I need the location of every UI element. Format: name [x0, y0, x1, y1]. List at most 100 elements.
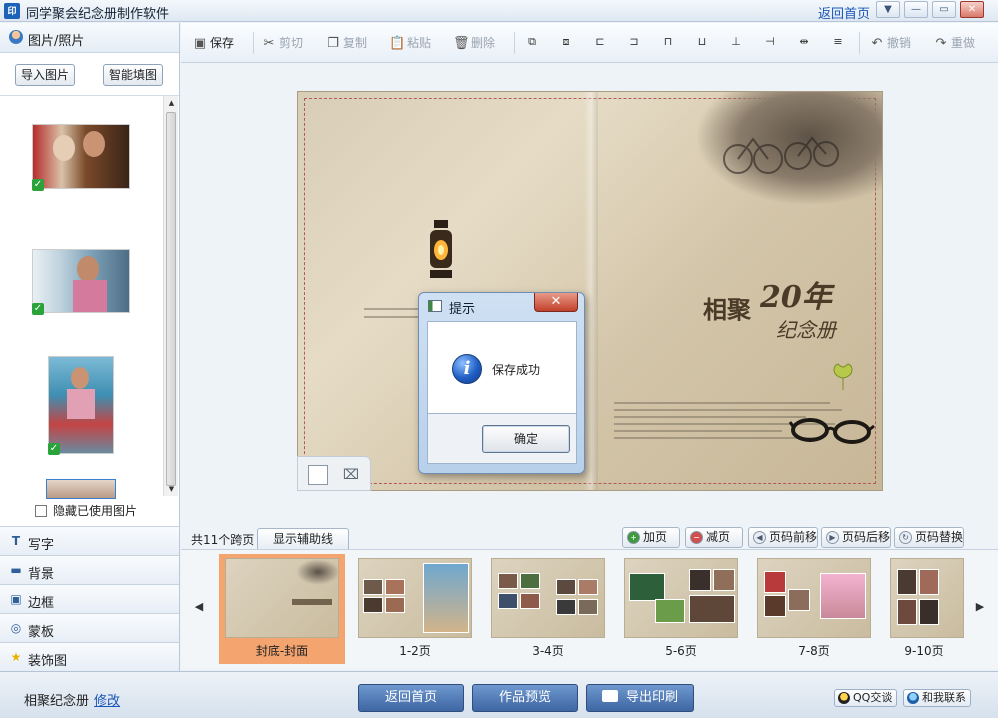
- undo-icon: ↶: [871, 36, 883, 51]
- page-thumbnail[interactable]: 1-2页: [352, 554, 478, 664]
- distribute-vertical-icon[interactable]: ≡: [830, 34, 846, 50]
- copy-button[interactable]: ❐ 复制: [325, 34, 367, 52]
- cover-title-main[interactable]: 相聚: [703, 290, 751, 325]
- add-page-button[interactable]: + 加页: [622, 527, 680, 548]
- qq-chat-button[interactable]: QQ交谈: [834, 689, 898, 707]
- menu-dropdown-button[interactable]: ▼: [876, 1, 900, 18]
- page-thumbnail[interactable]: 封底-封面: [219, 554, 345, 664]
- paste-button[interactable]: 📋 粘贴: [389, 34, 431, 52]
- contact-label: 和我联系: [922, 691, 966, 704]
- scrollbar-thumb[interactable]: [166, 112, 176, 486]
- save-label: 保存: [210, 36, 235, 50]
- export-print-button[interactable]: 导出印刷: [586, 684, 694, 712]
- tool-text[interactable]: T 写字: [0, 526, 179, 555]
- bring-forward-icon[interactable]: ⧉: [524, 34, 540, 50]
- remove-page-button[interactable]: − 减页: [685, 527, 743, 548]
- edit-album-name-link[interactable]: 修改: [94, 690, 120, 709]
- remove-element-icon[interactable]: ⌧: [340, 465, 362, 485]
- cut-button[interactable]: ✂ 剪切: [261, 34, 303, 52]
- background-icon: ▬: [10, 563, 22, 577]
- dialog-close-button[interactable]: ✕: [534, 293, 578, 312]
- show-guides-button[interactable]: 显示辅助线: [257, 528, 349, 549]
- page-thumbnail[interactable]: 5-6页: [618, 554, 744, 664]
- strip-prev-icon[interactable]: ◀: [193, 600, 205, 613]
- left-panel: 图片/照片 导入图片 智能填图 ✓ ✓ ✓ ▲ ▼ 隐藏已使用图片 T 写字 ▬…: [0, 23, 180, 671]
- hide-used-checkbox[interactable]: [35, 505, 47, 517]
- tool-text-label: 写字: [28, 538, 55, 553]
- tool-mask[interactable]: ◎ 蒙板: [0, 613, 179, 642]
- thumbnail-label: 9-10页: [904, 644, 944, 658]
- smart-fill-button[interactable]: 智能填图: [103, 64, 163, 86]
- export-print-label: 导出印刷: [625, 690, 678, 705]
- scroll-down-icon[interactable]: ▼: [164, 482, 179, 496]
- page-thumbnail[interactable]: 7-8页: [751, 554, 877, 664]
- thumbnail-label: 1-2页: [399, 644, 431, 658]
- window-title: 同学聚会纪念册制作软件: [26, 7, 170, 22]
- save-button[interactable]: ▣ 保存: [192, 34, 234, 52]
- preview-button[interactable]: 作品预览: [472, 684, 578, 712]
- tool-background[interactable]: ▬ 背景: [0, 555, 179, 584]
- photo-thumbnail[interactable]: [48, 356, 114, 454]
- photo-thumbnail[interactable]: [46, 479, 116, 499]
- editing-canvas: 相聚 20年 纪念册 ⌧: [181, 64, 998, 526]
- ginkgo-leaf-image[interactable]: [828, 362, 858, 392]
- align-bottom-icon[interactable]: ⊔: [694, 34, 710, 50]
- page-forward-button[interactable]: ◀ 页码前移: [748, 527, 818, 548]
- photos-tab-label: 图片/照片: [28, 34, 85, 49]
- page-select-icon[interactable]: [308, 465, 328, 485]
- contact-me-button[interactable]: 和我联系: [903, 689, 971, 707]
- delete-button[interactable]: 🗑删除: [453, 34, 495, 52]
- send-backward-icon[interactable]: ⧈: [558, 34, 574, 50]
- minimize-button[interactable]: —: [904, 1, 928, 18]
- page-swap-label: 页码替换: [915, 530, 964, 544]
- lantern-image[interactable]: [424, 218, 458, 286]
- album-spread[interactable]: 相聚 20年 纪念册: [297, 91, 883, 491]
- align-right-icon[interactable]: ⊐: [626, 34, 642, 50]
- photo-thumbnail[interactable]: [32, 124, 130, 189]
- maximize-button[interactable]: ▭: [932, 1, 956, 18]
- align-top-icon[interactable]: ⊓: [660, 34, 676, 50]
- cover-title-album[interactable]: 纪念册: [776, 314, 836, 343]
- return-home-link[interactable]: 返回首页: [818, 3, 870, 22]
- scroll-up-icon[interactable]: ▲: [164, 96, 179, 110]
- status-bar: 相聚纪念册 修改 返回首页 作品预览 导出印刷 QQ交谈 和我联系: [0, 671, 998, 718]
- glasses-image[interactable]: [788, 410, 876, 446]
- used-check-icon: ✓: [48, 443, 60, 455]
- hide-used-option[interactable]: 隐藏已使用图片: [35, 502, 137, 519]
- qq-penguin-icon: [838, 692, 850, 704]
- paste-label: 粘贴: [407, 36, 432, 50]
- panel-divider: [0, 95, 179, 96]
- close-window-button[interactable]: ✕: [960, 1, 984, 18]
- photo-list-scrollbar[interactable]: ▲ ▼: [163, 96, 178, 496]
- import-photos-button[interactable]: 导入图片: [15, 64, 75, 86]
- page-back-button[interactable]: ▶ 页码后移: [821, 527, 891, 548]
- thumbnail-label: 5-6页: [665, 644, 697, 658]
- dialog-ok-button[interactable]: 确定: [482, 425, 570, 453]
- dialog-body: i 保存成功: [427, 321, 577, 414]
- return-home-button[interactable]: 返回首页: [358, 684, 464, 712]
- distribute-horizontal-icon[interactable]: ⇹: [796, 34, 812, 50]
- align-center-vertical-icon[interactable]: ⊥: [728, 34, 744, 50]
- photo-thumbnail[interactable]: [32, 249, 130, 313]
- page-thumbnail[interactable]: 9-10页: [884, 554, 964, 664]
- page-swap-button[interactable]: ↻ 页码替换: [894, 527, 964, 548]
- thumbnail-label: 3-4页: [532, 644, 564, 658]
- cover-title-year[interactable]: 20年: [760, 272, 832, 316]
- redo-button[interactable]: ↷ 重做: [933, 34, 975, 52]
- photos-tab[interactable]: 图片/照片: [0, 23, 179, 53]
- undo-button[interactable]: ↶ 撤销: [869, 34, 911, 52]
- arrow-right-icon: ▶: [826, 531, 839, 544]
- align-center-horizontal-icon[interactable]: ⊣: [762, 34, 778, 50]
- strip-next-icon[interactable]: ▶: [974, 600, 986, 613]
- toolbar-separator: [514, 32, 515, 54]
- plus-icon: +: [627, 531, 640, 544]
- undo-label: 撤销: [887, 36, 912, 50]
- align-left-icon[interactable]: ⊏: [592, 34, 608, 50]
- left-text-block[interactable]: [364, 308, 424, 324]
- tool-decoration[interactable]: ★ 装饰图: [0, 642, 179, 671]
- tool-frame[interactable]: ▣ 边框: [0, 584, 179, 613]
- page-thumbnail[interactable]: 3-4页: [485, 554, 611, 664]
- dialog-footer: 确定: [427, 414, 577, 464]
- redo-label: 重做: [951, 36, 976, 50]
- scissors-icon: ✂: [263, 36, 275, 51]
